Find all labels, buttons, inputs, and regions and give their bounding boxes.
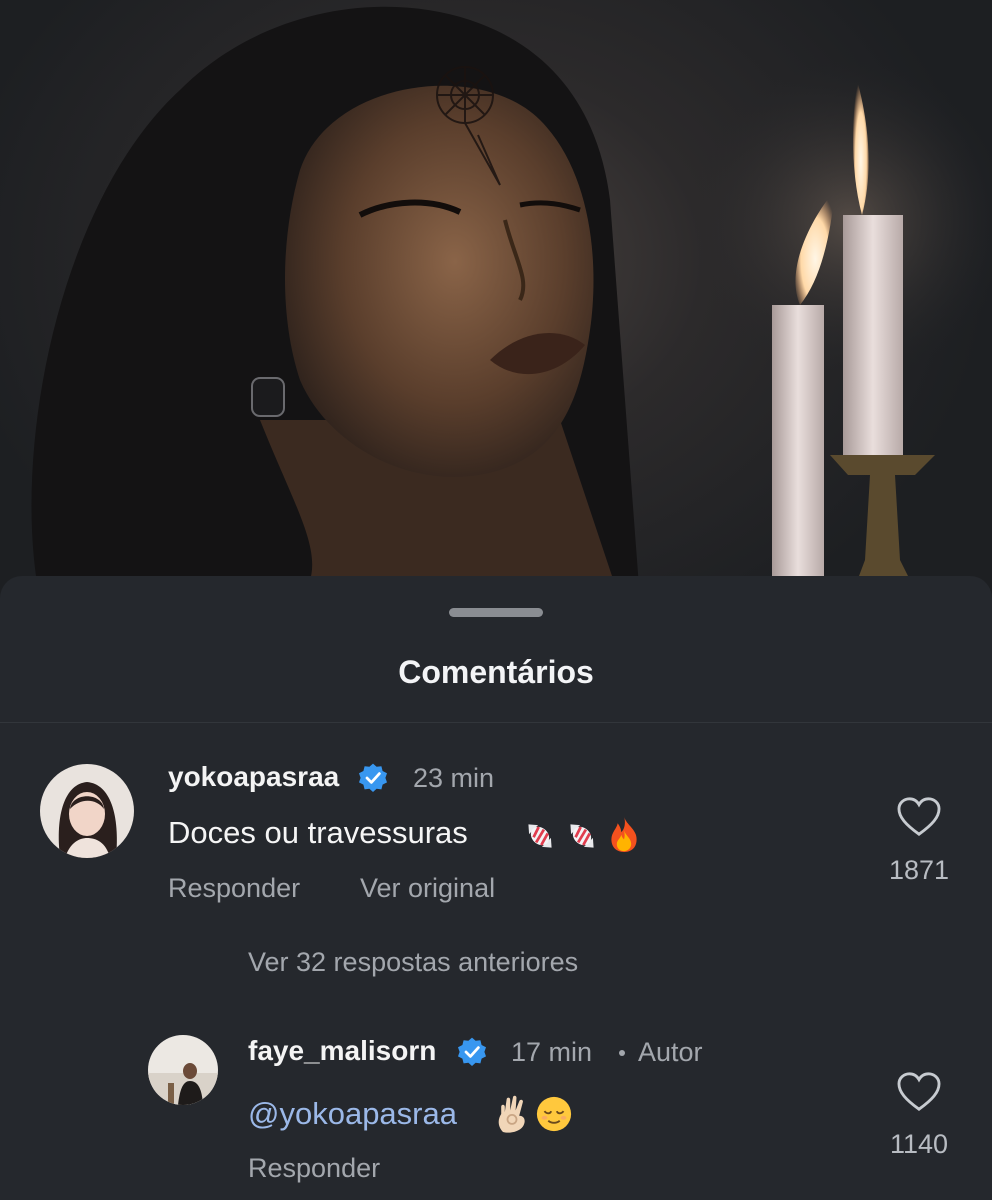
drag-handle[interactable] (449, 608, 543, 617)
sheet-title: Comentários (398, 654, 594, 690)
relieved-face-icon (536, 1096, 572, 1132)
comment-text: Doces ou travessuras (168, 815, 468, 850)
verified-badge-icon (458, 1037, 486, 1066)
comment-time: 23 min (413, 763, 495, 793)
like-count: 1140 (889, 1129, 949, 1159)
reply-avatar[interactable] (148, 1035, 218, 1105)
reply-mention-link[interactable]: @yokoapasraa (248, 1096, 457, 1132)
verified-badge-icon (359, 763, 387, 792)
ok-hand-icon (498, 1095, 525, 1133)
candy-icon (570, 824, 594, 848)
reply-username[interactable]: faye_malisorn (248, 1035, 436, 1067)
divider (0, 722, 992, 723)
see-original-button[interactable]: Ver original (360, 873, 495, 904)
separator-dot (619, 1050, 625, 1056)
like-heart-icon[interactable] (896, 796, 942, 838)
comment-username[interactable]: yokoapasraa (168, 761, 339, 793)
author-badge: Autor (638, 1037, 703, 1067)
like-heart-icon[interactable] (896, 1071, 942, 1113)
candy-icon (528, 824, 552, 848)
portrait-with-candles-image (31, 6, 992, 600)
view-replies-button[interactable]: Ver 32 respostas anteriores (248, 947, 578, 978)
avatar[interactable] (40, 764, 134, 858)
reply-time: 17 min (511, 1037, 593, 1067)
post-photo (0, 0, 992, 600)
reply-button[interactable]: Responder (168, 873, 300, 904)
reply-button[interactable]: Responder (248, 1153, 380, 1184)
comments-sheet: Comentários yokoapasraa 23 min Doces ou … (0, 576, 992, 1200)
fire-icon (611, 816, 637, 852)
like-count: 1871 (888, 855, 950, 885)
